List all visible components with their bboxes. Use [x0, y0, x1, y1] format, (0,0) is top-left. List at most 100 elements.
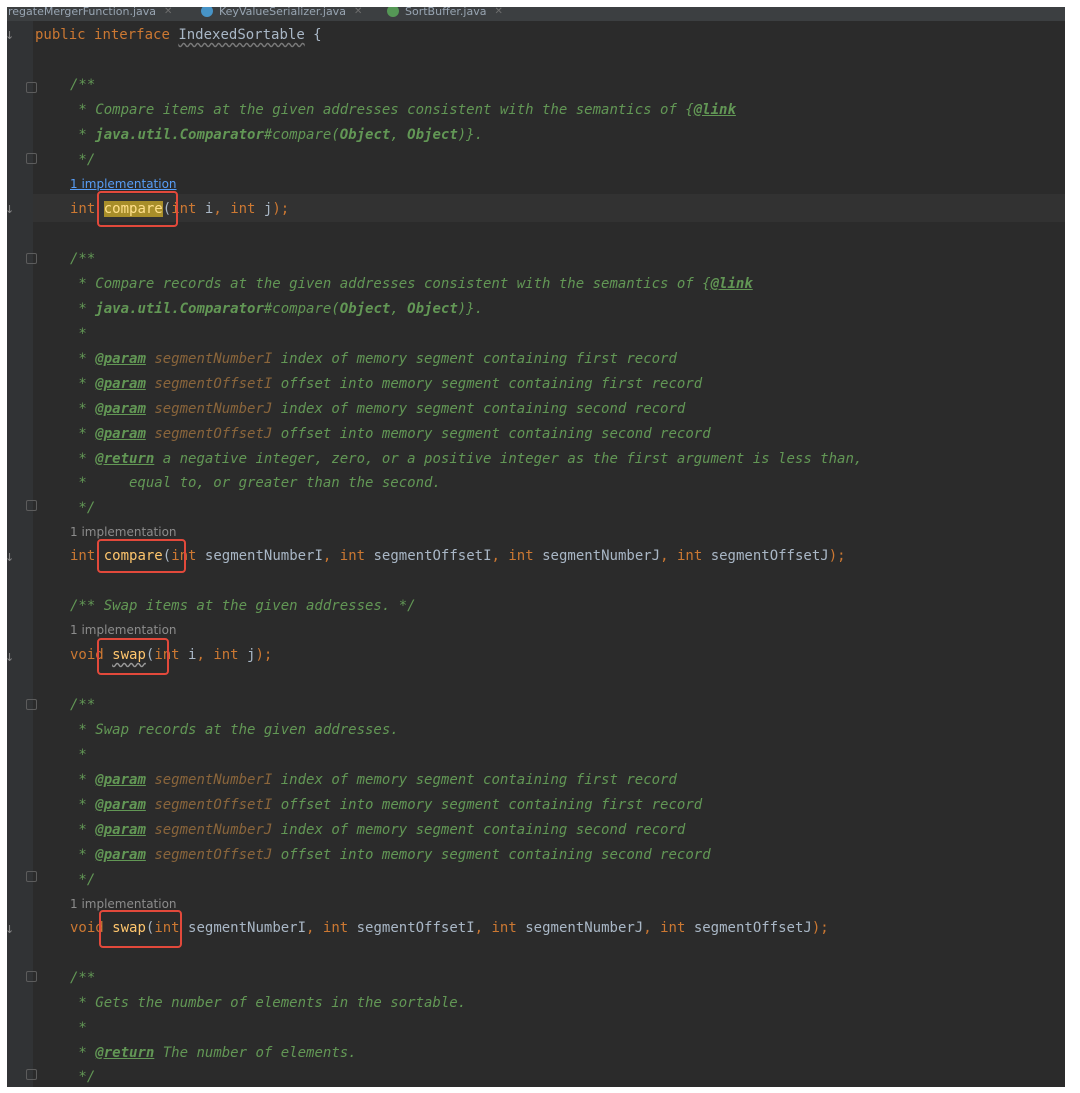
comment-text: *	[70, 127, 96, 143]
implementations-hint[interactable]: 1 implementation	[70, 177, 177, 191]
doc-comment-close: */	[70, 1069, 96, 1085]
param-type: int	[154, 920, 180, 936]
param-type: int	[508, 548, 534, 564]
doc-comment-blank: *	[70, 326, 87, 342]
brace: {	[304, 27, 322, 43]
param-name: segmentNumberI	[154, 351, 273, 367]
doc-comment-open: /**	[70, 251, 96, 267]
method-name[interactable]: compare	[104, 548, 163, 564]
param-name: j	[238, 647, 256, 663]
param-name: segmentOffsetI	[365, 548, 492, 564]
javadoc-tag[interactable]: @link	[694, 102, 736, 118]
doc-comment-line: * java.util.Comparator#compare(Object, O…	[70, 126, 483, 144]
javadoc-tag[interactable]: @param	[95, 772, 146, 788]
param-type: int	[171, 201, 197, 217]
doc-param-line: * @param segmentOffsetJ offset into memo…	[70, 847, 711, 863]
param-name: segmentOffsetJ	[154, 426, 273, 442]
param-desc: index of memory segment containing first…	[272, 772, 677, 788]
javadoc-tag[interactable]: @param	[95, 351, 146, 367]
separator: ,	[306, 920, 323, 936]
doc-comment-open: /**	[70, 77, 96, 93]
separator: ,	[322, 548, 340, 564]
comment-text: {	[685, 102, 694, 118]
return-desc: The number of elements.	[154, 1045, 357, 1061]
param-name: segmentNumberJ	[154, 401, 273, 417]
comment-text: Object	[339, 127, 391, 143]
separator: ,	[491, 548, 509, 564]
comment-text: Object	[407, 301, 458, 317]
param-name: segmentOffsetI	[348, 920, 475, 936]
keyword: public	[35, 27, 86, 43]
statement-end: );	[828, 548, 846, 564]
param-desc: index of memory segment containing first…	[272, 351, 677, 367]
param-name: segmentNumberI	[196, 548, 323, 564]
javadoc-tag[interactable]: @return	[95, 451, 154, 467]
statement-end: );	[811, 920, 829, 936]
javadoc-tag[interactable]: @param	[95, 401, 146, 417]
param-name: segmentOffsetJ	[685, 920, 812, 936]
separator: ,	[660, 548, 677, 564]
param-name: segmentNumberJ	[516, 920, 644, 936]
implementations-hint[interactable]: 1 implementation	[70, 897, 177, 911]
method-swap-records: void swap(int segmentNumberI, int segmen…	[70, 920, 829, 936]
param-name: segmentOffsetJ	[154, 847, 273, 863]
comment-text: )}.	[457, 301, 484, 317]
doc-param-line: * @param segmentOffsetI offset into memo…	[70, 797, 703, 813]
param-type: int	[154, 647, 180, 663]
comment-text: * Compare items at the given addresses c…	[70, 102, 686, 118]
method-name[interactable]: compare	[103, 201, 163, 217]
editor-window: gregateMergerFunction.java ✕ KeyValueSer…	[7, 7, 1065, 1087]
javadoc-tag[interactable]: @return	[95, 1045, 154, 1061]
comment-text: {	[702, 276, 711, 292]
param-name: segmentNumberJ	[533, 548, 661, 564]
implementations-hint[interactable]: 1 implementation	[70, 525, 177, 539]
method-name[interactable]: swap	[112, 647, 146, 663]
param-desc: offset into memory segment containing fi…	[272, 376, 703, 392]
param-desc: index of memory segment containing secon…	[272, 401, 686, 417]
javadoc-tag[interactable]: @param	[95, 797, 146, 813]
separator: ,	[196, 647, 214, 663]
doc-comment-close: */	[70, 152, 96, 168]
interface-declaration: public interface IndexedSortable {	[35, 26, 322, 44]
implementations-hint[interactable]: 1 implementation	[70, 623, 177, 637]
return-type: int	[70, 548, 96, 564]
param-name: segmentOffsetI	[154, 797, 273, 813]
doc-comment-line: * equal to, or greater than the second.	[70, 475, 441, 491]
javadoc-tag[interactable]: @param	[95, 822, 146, 838]
separator: ,	[213, 201, 231, 217]
param-type: int	[322, 920, 349, 936]
return-desc: a negative integer, zero, or a positive …	[154, 451, 863, 467]
method-swap-items: void swap(int i, int j);	[70, 647, 273, 663]
param-name: i	[196, 201, 214, 217]
javadoc-tag[interactable]: @param	[95, 847, 146, 863]
code-area[interactable]: public interface IndexedSortable { /** *…	[7, 7, 1065, 1087]
return-type: int	[70, 201, 96, 217]
comment-text: )}.	[457, 127, 484, 143]
param-type: int	[230, 201, 256, 217]
param-type: int	[491, 920, 517, 936]
interface-name[interactable]: IndexedSortable	[178, 27, 304, 43]
doc-return-line: * @return a negative integer, zero, or a…	[70, 451, 863, 467]
param-desc: index of memory segment containing secon…	[272, 822, 686, 838]
method-name[interactable]: swap	[112, 920, 146, 936]
javadoc-tag[interactable]: @param	[95, 376, 146, 392]
comment-text: * Compare records at the given addresses…	[70, 276, 703, 292]
param-name: segmentNumberI	[179, 920, 307, 936]
comment-text: java.util.Comparator	[95, 127, 264, 143]
doc-param-line: * @param segmentOffsetJ offset into memo…	[70, 426, 711, 442]
comment-text: ,	[390, 127, 408, 143]
method-compare-records: int compare(int segmentNumberI, int segm…	[70, 548, 846, 564]
javadoc-tag[interactable]: @link	[711, 276, 753, 292]
comment-text: Object	[407, 127, 458, 143]
doc-param-line: * @param segmentOffsetI offset into memo…	[70, 376, 703, 392]
separator: ,	[643, 920, 661, 936]
doc-comment-line: * Gets the number of elements in the sor…	[70, 995, 467, 1011]
comment-text: #compare(	[263, 127, 340, 143]
doc-comment-open: /**	[70, 970, 96, 986]
param-name: j	[255, 201, 273, 217]
doc-comment-line: * Swap records at the given addresses.	[70, 722, 399, 738]
javadoc-tag[interactable]: @param	[95, 426, 146, 442]
param-type: int	[660, 920, 686, 936]
comment-text: java.util.Comparator	[95, 301, 264, 317]
comment-text: *	[70, 301, 96, 317]
